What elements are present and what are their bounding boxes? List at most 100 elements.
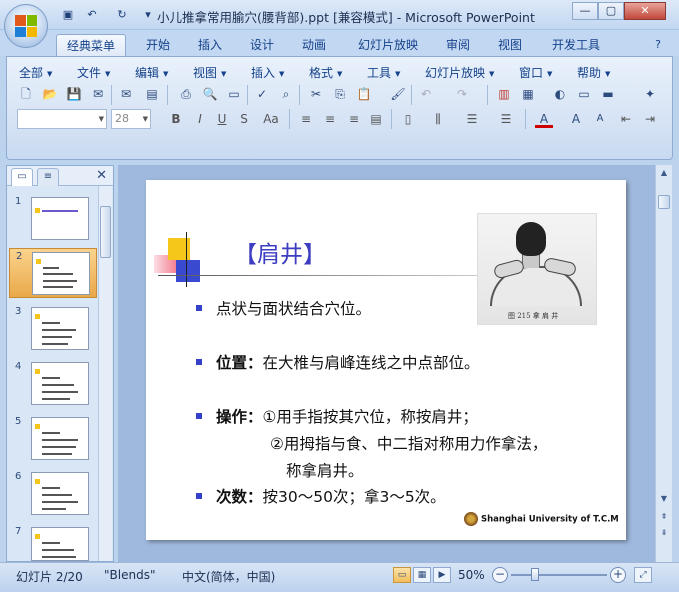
columns-icon[interactable]: ⫼	[429, 110, 447, 128]
slide-title[interactable]: 【肩井】	[234, 235, 326, 269]
scroll-up-icon[interactable]: ▲	[658, 167, 670, 179]
color-grayscale-icon[interactable]: ◐	[551, 85, 569, 103]
italic-button[interactable]: I	[191, 110, 209, 128]
format-painter-icon[interactable]: 🖌	[389, 85, 407, 103]
slide-thumbnail-4[interactable]: 4	[9, 359, 97, 409]
new-icon[interactable]: 🗋	[17, 85, 35, 103]
black-white-icon[interactable]: ▬	[599, 85, 617, 103]
permission-icon[interactable]: ✉	[89, 85, 107, 103]
slide-view-icon[interactable]: ▭	[225, 85, 243, 103]
redo-icon[interactable]: ↷	[453, 85, 471, 103]
align-right-icon[interactable]: ≡	[345, 110, 363, 128]
slide-thumbnail-3[interactable]: 3	[9, 304, 97, 354]
menu-insert[interactable]: 插入 ▼	[251, 64, 284, 81]
menu-edit[interactable]: 编辑 ▼	[135, 64, 168, 81]
office-button[interactable]	[4, 4, 48, 48]
print-preview-icon[interactable]: 🔍	[201, 85, 219, 103]
numbering-icon[interactable]: ☰	[463, 110, 481, 128]
redo-icon[interactable]: ↻	[114, 7, 130, 23]
align-left-icon[interactable]: ≡	[297, 110, 315, 128]
tab-insert[interactable]: 插入	[188, 34, 232, 56]
font-color-icon[interactable]: A	[535, 110, 553, 128]
zoom-slider-knob[interactable]	[531, 568, 539, 581]
fit-to-window-icon[interactable]: ⤢	[634, 567, 652, 583]
slide-thumbnail-6[interactable]: 6	[9, 469, 97, 519]
pdf-icon[interactable]: ▤	[143, 85, 161, 103]
bullet-2[interactable]: 位置：在大椎与肩峰连线之中点部位。	[196, 351, 480, 373]
zoom-level[interactable]: 50%	[458, 568, 485, 582]
menu-file[interactable]: 文件 ▼	[77, 64, 110, 81]
font-size-combo[interactable]: 28 ▼	[111, 109, 151, 129]
menu-tools[interactable]: 工具 ▼	[367, 64, 400, 81]
zoom-slider-track[interactable]	[511, 574, 607, 576]
tab-design[interactable]: 设计	[240, 34, 284, 56]
tab-slideshow[interactable]: 幻灯片放映	[350, 34, 426, 56]
acupoint-photo[interactable]: 图 215 拿 肩 井	[477, 213, 597, 325]
previous-slide-icon[interactable]: ⇞	[658, 511, 670, 523]
shadow-button[interactable]: S	[235, 110, 253, 128]
slide-thumbnail-1[interactable]: 1	[9, 194, 97, 244]
save-icon[interactable]: ▣	[60, 7, 76, 23]
font-name-combo[interactable]: ▼	[17, 109, 107, 129]
slides-tab-icon[interactable]: ▭	[11, 168, 33, 186]
increase-indent-icon[interactable]: ⇥	[641, 110, 659, 128]
print-icon[interactable]: ⎙	[177, 85, 195, 103]
menu-help[interactable]: 帮助 ▼	[577, 64, 610, 81]
thumbnail-scrollbar[interactable]	[98, 186, 112, 561]
save-icon[interactable]: 💾	[65, 85, 83, 103]
scroll-down-icon[interactable]: ▼	[658, 493, 670, 505]
decrease-font-icon[interactable]: A	[591, 110, 609, 128]
menu-slideshow[interactable]: 幻灯片放映 ▼	[425, 64, 494, 81]
menu-view[interactable]: 视图 ▼	[193, 64, 226, 81]
change-case-button[interactable]: Aa	[259, 110, 283, 128]
slide-thumbnail-2[interactable]: 2	[9, 248, 97, 298]
close-button[interactable]: ✕	[624, 2, 666, 20]
copy-icon[interactable]: ⎘	[331, 85, 349, 103]
tab-review[interactable]: 审阅	[436, 34, 480, 56]
email-icon[interactable]: ✉	[117, 85, 135, 103]
slide-canvas[interactable]: 【肩井】 图 215 拿 肩 井 点状与面状结合穴位。 位置：在大椎与肩峰连线之…	[146, 180, 626, 540]
bullet-3-continuation-2[interactable]: 称拿肩井。	[286, 459, 364, 481]
expand-icon[interactable]: ▭	[575, 85, 593, 103]
undo-icon[interactable]: ↶	[84, 7, 100, 23]
paste-icon[interactable]: 📋	[355, 85, 373, 103]
tab-home[interactable]: 开始	[136, 34, 180, 56]
table-icon[interactable]: ▦	[519, 85, 537, 103]
tab-animation[interactable]: 动画	[292, 34, 336, 56]
close-pane-icon[interactable]: ✕	[96, 168, 107, 183]
bold-button[interactable]: B	[167, 110, 185, 128]
tab-classic-menu[interactable]: 经典菜单	[56, 34, 126, 56]
align-center-icon[interactable]: ≡	[321, 110, 339, 128]
customize-quick-access-icon[interactable]: ▾	[140, 7, 156, 23]
increase-font-icon[interactable]: A	[567, 110, 585, 128]
open-icon[interactable]: 📂	[41, 85, 59, 103]
slide-scrollbar[interactable]: ▲ ▼ ⇞ ⇟	[655, 165, 672, 562]
zoom-in-icon[interactable]: +	[610, 567, 626, 583]
slide-sorter-view-icon[interactable]: ▦	[413, 567, 431, 583]
chart-icon[interactable]: ▥	[495, 85, 513, 103]
outline-tab-icon[interactable]: ≡	[37, 168, 59, 186]
next-slide-icon[interactable]: ⇟	[658, 527, 670, 539]
underline-button[interactable]: U	[213, 110, 231, 128]
menu-window[interactable]: 窗口 ▼	[519, 64, 552, 81]
tab-developer[interactable]: 开发工具	[544, 34, 608, 56]
cut-icon[interactable]: ✂	[307, 85, 325, 103]
menu-format[interactable]: 格式 ▼	[309, 64, 342, 81]
scrollbar-thumb[interactable]	[658, 195, 670, 209]
scrollbar-thumb[interactable]	[100, 206, 111, 258]
maximize-button[interactable]: ▢	[598, 2, 624, 20]
research-icon[interactable]: ⌕	[277, 85, 295, 103]
justify-icon[interactable]: ▤	[367, 110, 385, 128]
bullet-3[interactable]: 操作：①用手指按其穴位，称按肩井；	[196, 405, 478, 427]
spelling-icon[interactable]: ✓	[253, 85, 271, 103]
decrease-indent-icon[interactable]: ⇤	[617, 110, 635, 128]
bullet-4[interactable]: 次数：按30～50次；拿3～5次。	[196, 485, 446, 507]
bullet-3-continuation-1[interactable]: ②用拇指与食、中二指对称用力作拿法，	[270, 432, 547, 454]
slideshow-view-icon[interactable]: ▶	[433, 567, 451, 583]
tab-view[interactable]: 视图	[488, 34, 532, 56]
bullets-icon[interactable]: ☰	[497, 110, 515, 128]
minimize-button[interactable]: —	[572, 2, 598, 20]
text-box-icon[interactable]: ▯	[399, 110, 417, 128]
language-indicator[interactable]: 中文(简体，中国)	[182, 568, 275, 585]
undo-icon[interactable]: ↶	[417, 85, 435, 103]
